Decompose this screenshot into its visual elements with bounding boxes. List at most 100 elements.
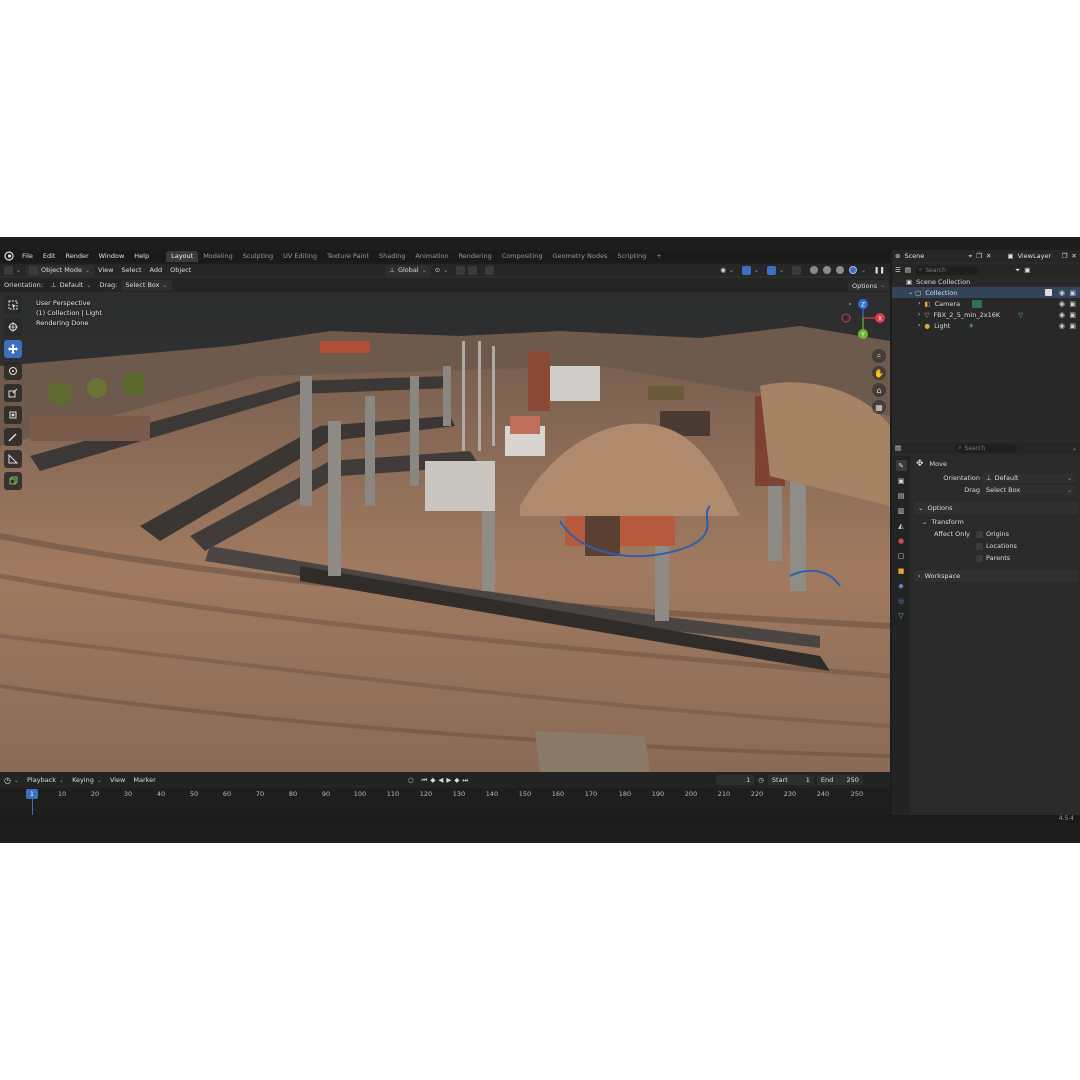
modifier-tab-icon[interactable]: ◆ [896,580,907,591]
drag-dropdown[interactable]: Select Box ⌄ [121,279,172,291]
menu-add[interactable]: Add [146,265,167,276]
menu-file[interactable]: File [17,250,38,262]
snap-toggle[interactable] [452,265,481,276]
jump-end-icon[interactable]: ⏭ [462,776,468,785]
menu-object[interactable]: Object [166,265,195,276]
pin-icon[interactable]: ⌖ [968,252,972,261]
navigation-gizmo[interactable]: Z X Y [838,296,888,346]
wireframe-shading-icon[interactable] [809,266,818,274]
annotate-tool[interactable] [4,428,22,446]
properties-editor-icon[interactable]: ▤ [895,444,901,452]
rotate-tool[interactable] [4,362,22,380]
eye-icon[interactable]: ◉ [1059,300,1065,308]
object-tab-icon[interactable]: ■ [896,565,907,576]
eye-icon[interactable]: ◉ [1059,322,1065,330]
material-preview-icon[interactable] [835,266,844,274]
tab-uv-editing[interactable]: UV Editing [278,251,322,262]
scene-tab-icon[interactable]: ◭ [896,520,907,531]
camera-render-icon[interactable]: ▣ [1069,289,1076,297]
menu-select[interactable]: Select [117,265,145,276]
workspace-section-header[interactable]: › Workspace [914,570,1078,582]
tool-tab-icon[interactable]: ✎ [895,460,907,471]
timeline-scrubber[interactable]: 1 10 20 30 40 50 60 70 80 90 100 110 120… [0,788,890,815]
solid-shading-icon[interactable] [822,266,831,274]
display-mode-icon[interactable]: ▤ [905,266,911,274]
tab-compositing[interactable]: Compositing [497,251,548,262]
record-button[interactable]: ○ [404,775,418,786]
origins-checkbox[interactable]: Origins [976,530,1009,538]
tab-shading[interactable]: Shading [374,251,410,262]
outliner-item-mesh[interactable]: › ▽ FBX_2_5_min_2x16K ▽ ◉ ▣ [892,309,1080,320]
output-tab-icon[interactable]: ▤ [896,490,907,501]
tab-geometry-nodes[interactable]: Geometry Nodes [548,251,613,262]
view-layer-name[interactable]: ViewLayer [1018,252,1058,260]
transform-tool[interactable] [4,406,22,424]
select-box-tool[interactable] [4,296,22,314]
orientation-dropdown[interactable]: ⊥ Default ⌄ [982,473,1076,483]
drag-dropdown[interactable]: Select Box ⌄ [982,485,1076,495]
outliner-item-light[interactable]: › ● Light ☀ ◉ ▣ [892,320,1080,331]
outliner-editor-icon[interactable]: ☰ [895,266,901,274]
marker-menu[interactable]: Marker [129,775,159,786]
scene-collection-row[interactable]: ▣ Scene Collection [892,276,1080,287]
transform-subsection-header[interactable]: ⌄ Transform [912,516,1080,528]
zoom-button[interactable]: ⌕ [872,349,886,363]
options-section-header[interactable]: ⌄ Options [914,502,1078,514]
add-cube-tool[interactable] [4,472,22,490]
menu-render[interactable]: Render [60,250,93,262]
play-icon[interactable]: ▶ [446,776,451,784]
shading-modes[interactable]: ⌄ [805,265,870,276]
pause-render-button[interactable]: ❚❚ [870,265,889,276]
timeline-editor-type[interactable]: ◷ ⌄ [0,775,23,786]
locations-checkbox[interactable]: Locations [976,542,1017,550]
physics-tab-icon[interactable]: ◎ [896,595,907,606]
next-keyframe-icon[interactable]: ◆ [454,776,459,784]
menu-window[interactable]: Window [94,250,130,262]
keying-menu[interactable]: Keying ⌄ [68,775,106,786]
new-view-layer-icon[interactable]: ❐ [1062,252,1068,260]
blender-logo-icon[interactable] [3,250,15,262]
gizmo-toggle[interactable]: ⌄ [738,265,763,276]
camera-render-icon[interactable]: ▣ [1069,311,1076,319]
view-layer-tab-icon[interactable]: ▥ [896,505,907,516]
prev-keyframe-icon[interactable]: ◆ [430,776,435,784]
tab-animation[interactable]: Animation [410,251,453,262]
outliner-item-camera[interactable]: › ◧ Camera ◉ ▣ [892,298,1080,309]
eye-icon[interactable]: ◉ [1059,289,1065,297]
new-collection-icon[interactable]: ▣ [1024,266,1030,274]
scale-tool[interactable] [4,384,22,402]
render-tab-icon[interactable]: ▣ [896,475,907,486]
new-scene-icon[interactable]: ❐ [976,252,982,260]
playback-menu[interactable]: Playback ⌄ [23,775,68,786]
checkbox-icon[interactable] [1045,289,1052,296]
measure-tool[interactable] [4,450,22,468]
data-tab-icon[interactable]: ▽ [896,610,907,621]
camera-render-icon[interactable]: ▣ [1069,322,1076,330]
collection-row[interactable]: ⌄ ▢ Collection ◉ ▣ [892,287,1080,298]
current-frame-indicator[interactable]: 1 [26,789,38,799]
current-frame-field[interactable]: 1 [716,775,755,785]
proportional-edit-toggle[interactable] [481,265,498,276]
properties-search-field[interactable]: ⌕ Search [954,443,1017,453]
collection-tab-icon[interactable]: ▢ [896,550,907,561]
menu-view[interactable]: View [94,265,117,276]
pan-button[interactable]: ✋ [872,366,886,380]
timeline-view-menu[interactable]: View [106,775,129,786]
tab-modeling[interactable]: Modeling [198,251,238,262]
menu-edit[interactable]: Edit [38,250,61,262]
3d-viewport[interactable]: User Perspective (1) Collection | Light … [0,276,890,772]
pivot-point-button[interactable]: ⊙ ⌄ [431,265,452,276]
object-mode-dropdown[interactable]: Object Mode ⌄ [25,264,95,276]
move-tool[interactable] [4,340,22,358]
overlay-toggle[interactable]: ⌄ [763,265,788,276]
outliner-search-field[interactable]: ⌕ Search [914,265,979,275]
ortho-toggle-button[interactable]: ▦ [872,400,886,414]
remove-scene-icon[interactable]: ✕ [986,252,991,260]
menu-help[interactable]: Help [129,250,154,262]
parents-checkbox[interactable]: Parents [976,554,1010,562]
options-dropdown[interactable]: Options ⌄ [848,280,890,291]
tab-layout[interactable]: Layout [166,250,199,262]
eye-icon[interactable]: ◉ [1059,311,1065,319]
play-reverse-icon[interactable]: ◀ [438,776,443,784]
end-frame-field[interactable]: End 250 [816,775,863,785]
